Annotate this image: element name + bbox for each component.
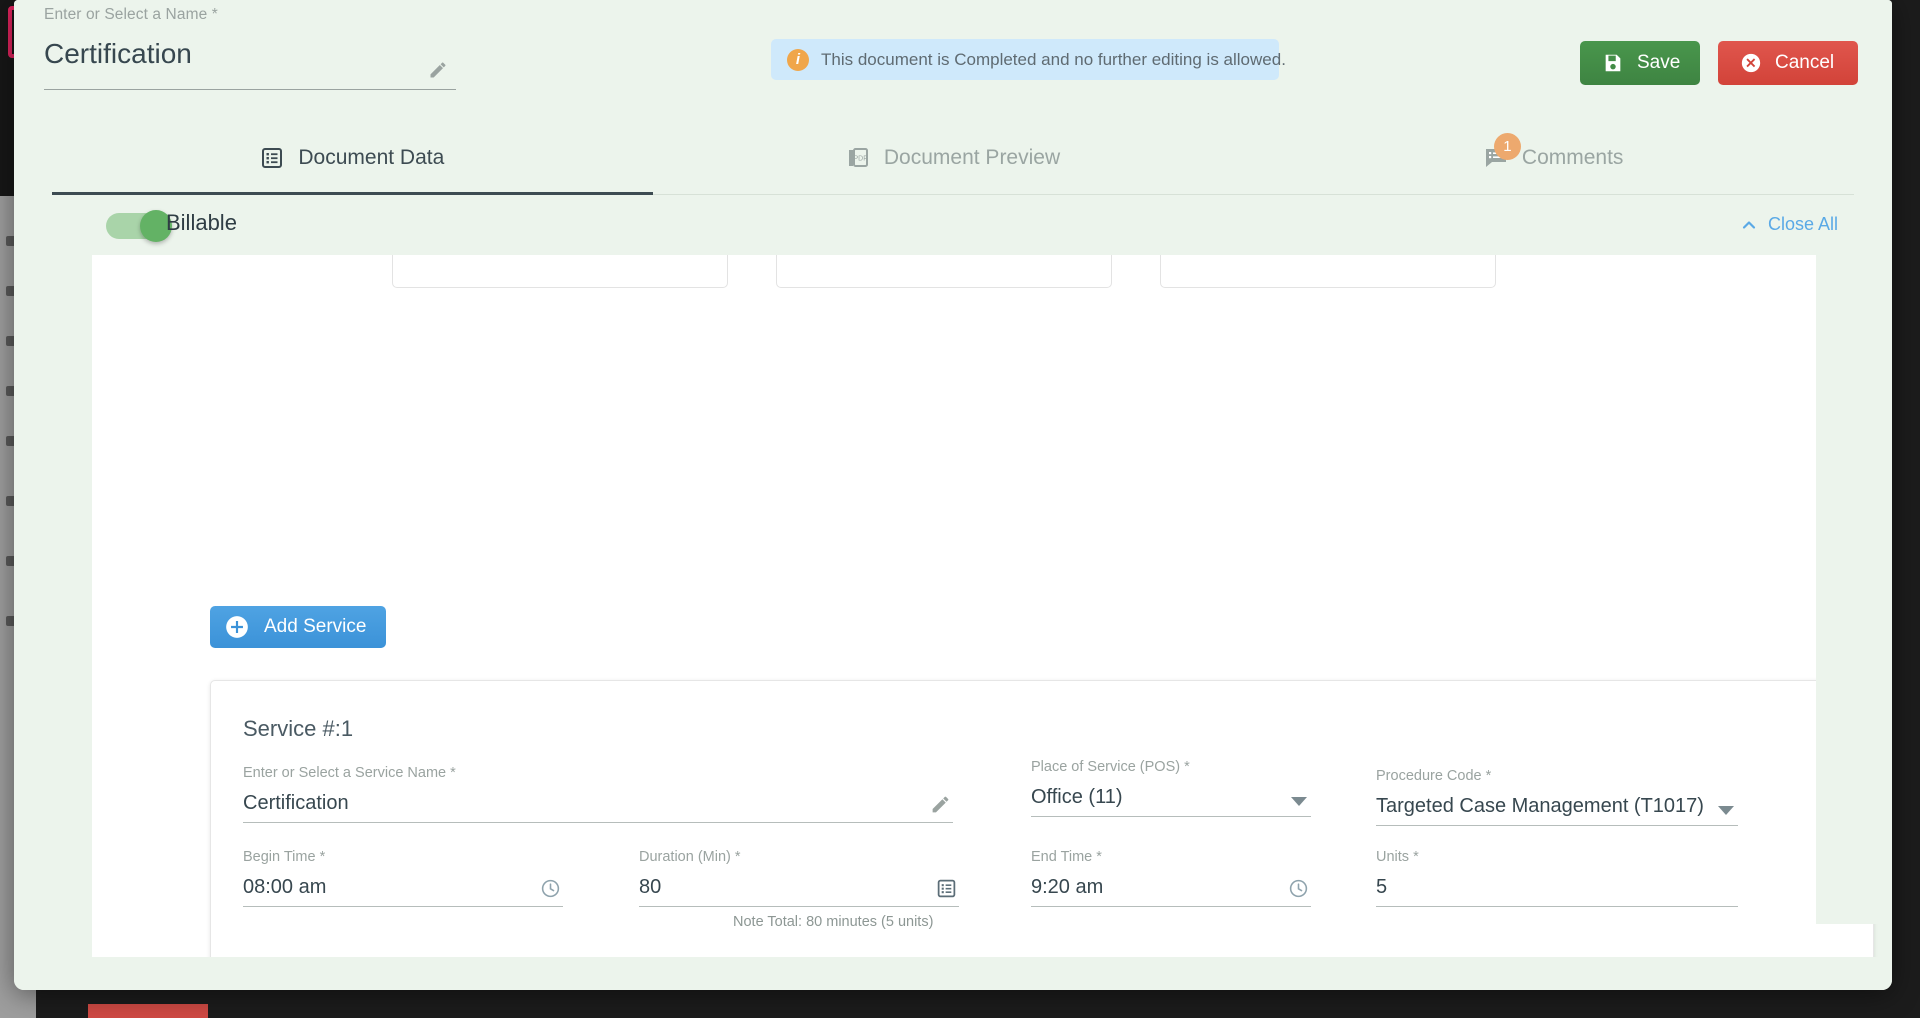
header-actions: Save Cancel <box>1580 41 1858 85</box>
billable-toggle[interactable] <box>106 210 172 242</box>
service-card-title: Service #:1 <box>243 716 354 741</box>
end-time-label: End Time * <box>1031 849 1102 865</box>
cancel-button[interactable]: Cancel <box>1718 41 1858 85</box>
duration-label: Duration (Min) * <box>639 849 741 865</box>
note-total-text: Note Total: 80 minutes (5 units) <box>733 914 934 930</box>
begin-time-label: Begin Time * <box>243 849 326 865</box>
procedure-code-label: Procedure Code * <box>1376 768 1492 784</box>
cancel-button-label: Cancel <box>1775 52 1835 73</box>
chevron-down-icon[interactable] <box>1291 797 1307 806</box>
list-grid-icon[interactable] <box>936 878 957 899</box>
end-time-field[interactable]: End Time * 9:20 am <box>1031 849 1311 907</box>
info-banner-text: This document is Completed and no furthe… <box>821 49 1286 69</box>
units-label: Units * <box>1376 849 1419 865</box>
tab-document-preview-label: Document Preview <box>883 146 1061 169</box>
tab-document-data-label: Document Data <box>298 146 445 169</box>
document-sheet: Add Service Service #:1 Enter or Select … <box>92 255 1874 957</box>
partial-card <box>1160 255 1496 288</box>
clock-icon[interactable] <box>540 878 561 899</box>
add-service-button[interactable]: Add Service <box>210 606 387 648</box>
close-all-label: Close All <box>1767 214 1838 234</box>
comments-badge: 1 <box>1493 133 1521 160</box>
service-name-label: Enter or Select a Service Name * <box>243 765 456 781</box>
info-icon: i <box>787 48 809 71</box>
chevron-down-icon[interactable] <box>1718 806 1734 815</box>
document-name-label: Enter or Select a Name * <box>44 6 218 23</box>
service-name-field[interactable]: Enter or Select a Service Name * Certifi… <box>243 765 953 823</box>
place-of-service-label: Place of Service (POS) * <box>1031 759 1190 775</box>
begin-time-value: 08:00 am <box>243 876 327 898</box>
document-body-scroll[interactable]: Add Service Service #:1 Enter or Select … <box>14 255 1892 957</box>
scrolled-cards-top <box>392 255 1496 288</box>
duration-value: 80 <box>639 876 662 898</box>
svg-text:PDF: PDF <box>853 156 867 163</box>
comment-list-icon-wrap: 1 <box>1484 133 1521 170</box>
end-time-value: 9:20 am <box>1031 876 1104 898</box>
document-name-value: Certification <box>44 38 192 69</box>
billable-toolbar: Billable Close All <box>14 199 1892 255</box>
document-modal: Enter or Select a Name * Certification i… <box>14 0 1892 990</box>
tab-comments[interactable]: 1 Comments <box>1253 122 1854 194</box>
save-button-label: Save <box>1637 52 1681 73</box>
duration-field[interactable]: Duration (Min) * 80 <box>639 849 959 907</box>
service-name-value: Certification <box>243 792 349 814</box>
pencil-icon[interactable] <box>428 60 448 80</box>
tab-document-data[interactable]: Document Data <box>52 122 653 196</box>
backdrop-bottom-bar <box>88 1004 208 1018</box>
document-name-field[interactable]: Enter or Select a Name * Certification <box>44 6 456 90</box>
service-card: Service #:1 Enter or Select a Service Na… <box>210 680 1874 957</box>
tab-document-preview[interactable]: PDF Document Preview <box>653 122 1254 194</box>
completed-info-banner: i This document is Completed and no furt… <box>771 39 1286 80</box>
place-of-service-field[interactable]: Place of Service (POS) * Office (11) <box>1031 759 1311 817</box>
clock-icon[interactable] <box>1288 878 1309 899</box>
floppy-disk-icon <box>1605 54 1621 72</box>
units-field[interactable]: Units * 5 <box>1376 849 1738 907</box>
close-all-button[interactable]: Close All <box>1739 214 1838 235</box>
partial-card <box>392 255 728 288</box>
add-service-label: Add Service <box>264 616 367 637</box>
tab-comments-label: Comments <box>1521 146 1624 169</box>
close-circle-icon <box>1741 53 1761 73</box>
tab-bar: Document Data PDF Document Preview 1 Com… <box>52 122 1854 196</box>
plus-circle-icon <box>226 616 248 638</box>
pdf-file-icon: PDF <box>848 148 868 167</box>
procedure-code-field[interactable]: Procedure Code * Targeted Case Managemen… <box>1376 768 1738 826</box>
partial-card <box>776 255 1112 288</box>
modal-header: Enter or Select a Name * Certification i… <box>14 0 1892 122</box>
units-value: 5 <box>1376 876 1388 898</box>
list-grid-icon <box>262 148 283 168</box>
procedure-code-value: Targeted Case Management (T1017) <box>1376 795 1704 817</box>
place-of-service-value: Office (11) <box>1031 786 1123 808</box>
body-right-gutter <box>1816 510 1892 924</box>
chevron-up-icon <box>1742 220 1756 229</box>
begin-time-field[interactable]: Begin Time * 08:00 am <box>243 849 563 907</box>
save-button[interactable]: Save <box>1580 41 1700 85</box>
billable-label: Billable <box>166 210 237 235</box>
pencil-icon[interactable] <box>930 794 951 815</box>
